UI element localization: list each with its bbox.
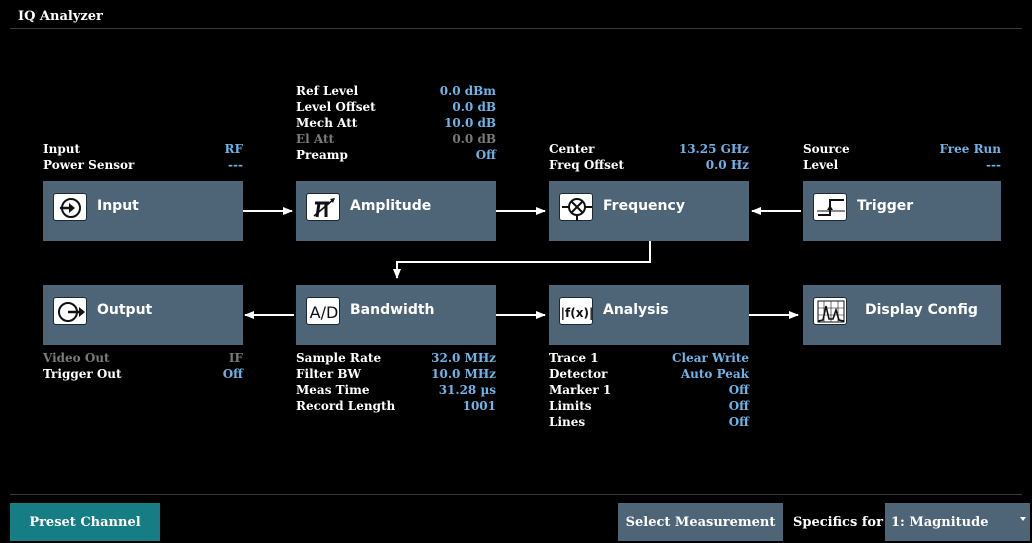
param-value[interactable]: Clear Write bbox=[549, 350, 749, 366]
analysis-block-label: Analysis bbox=[603, 302, 669, 318]
frequency-block[interactable]: Frequency bbox=[549, 181, 749, 241]
output-icon bbox=[53, 297, 87, 325]
attenuator-icon bbox=[306, 193, 340, 221]
param-value[interactable]: IF bbox=[43, 350, 243, 366]
chevron-down-icon bbox=[1020, 517, 1026, 521]
trigger-edge-icon bbox=[813, 193, 847, 221]
param-value[interactable]: Free Run bbox=[803, 141, 1002, 157]
trigger-block-label: Trigger bbox=[857, 198, 914, 214]
specifics-for-label: Specifics for bbox=[793, 515, 883, 530]
arrow-frequency-to-bandwidth bbox=[393, 241, 651, 279]
param-value[interactable]: 0.0 Hz bbox=[549, 157, 749, 173]
param-value[interactable]: --- bbox=[43, 157, 243, 173]
preset-channel-button[interactable]: Preset Channel bbox=[10, 503, 160, 541]
param-value[interactable]: Auto Peak bbox=[549, 366, 749, 382]
display-config-block[interactable]: Display Config bbox=[803, 285, 1001, 345]
param-value[interactable]: Off bbox=[549, 382, 749, 398]
output-block[interactable]: Output bbox=[43, 285, 243, 345]
param-value[interactable]: RF bbox=[43, 141, 244, 157]
input-block[interactable]: Input bbox=[43, 181, 243, 241]
softkey-divider bbox=[10, 494, 1022, 495]
param-value[interactable]: 10.0 MHz bbox=[296, 366, 496, 382]
frequency-block-label: Frequency bbox=[603, 198, 685, 214]
bandwidth-block[interactable]: A/D Bandwidth bbox=[296, 285, 496, 345]
display-config-block-label: Display Config bbox=[865, 302, 978, 318]
iq-analyzer-screen: IQ Analyzer Input RF Power Sensor --- Ref L… bbox=[0, 0, 1032, 543]
param-value[interactable]: 13.25 GHz bbox=[549, 141, 749, 157]
function-icon: |f(x)| bbox=[559, 297, 593, 325]
analysis-block[interactable]: |f(x)| Analysis bbox=[549, 285, 749, 345]
output-block-label: Output bbox=[97, 302, 153, 318]
display-spectrum-icon bbox=[813, 297, 847, 325]
input-block-label: Input bbox=[97, 198, 139, 214]
param-value[interactable]: --- bbox=[803, 157, 1001, 173]
specifics-for-dropdown[interactable]: 1: Magnitude bbox=[885, 503, 1030, 541]
param-value[interactable]: Off bbox=[549, 398, 749, 414]
param-value[interactable]: Off bbox=[549, 414, 749, 430]
amplitude-block[interactable]: Amplitude bbox=[296, 181, 496, 241]
param-value[interactable]: 1001 bbox=[296, 398, 496, 414]
param-value[interactable]: 31.28 µs bbox=[296, 382, 496, 398]
ad-converter-icon-text: A/D bbox=[310, 303, 339, 322]
param-value[interactable]: 0.0 dBm bbox=[296, 83, 496, 99]
param-value[interactable]: 0.0 dB bbox=[296, 131, 496, 147]
ad-converter-icon: A/D bbox=[306, 297, 340, 325]
param-value[interactable]: 0.0 dB bbox=[296, 99, 496, 115]
amplitude-block-label: Amplitude bbox=[350, 198, 432, 214]
param-value[interactable]: Off bbox=[296, 147, 496, 163]
input-icon bbox=[53, 193, 87, 221]
mixer-icon bbox=[559, 193, 593, 221]
param-value[interactable]: 32.0 MHz bbox=[296, 350, 496, 366]
specifics-for-value: 1: Magnitude bbox=[891, 515, 989, 530]
param-value[interactable]: 10.0 dB bbox=[296, 115, 496, 131]
param-value[interactable]: Off bbox=[43, 366, 243, 382]
function-icon-text: |f(x)| bbox=[561, 306, 594, 320]
signal-flow-arrows bbox=[243, 207, 801, 319]
trigger-block[interactable]: Trigger bbox=[803, 181, 1001, 241]
select-measurement-button[interactable]: Select Measurement bbox=[618, 503, 783, 541]
bandwidth-block-label: Bandwidth bbox=[350, 302, 435, 318]
